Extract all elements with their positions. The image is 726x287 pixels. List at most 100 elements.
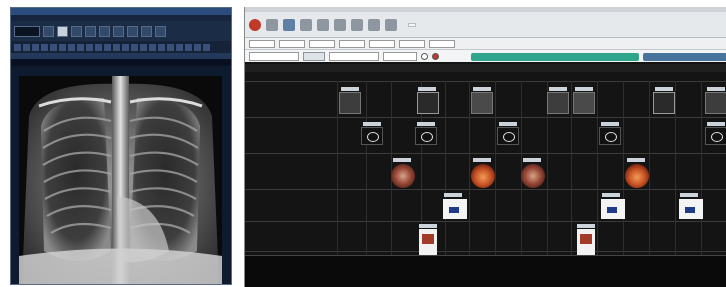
filter-field[interactable] xyxy=(339,39,365,48)
pan-icon[interactable] xyxy=(99,25,110,37)
tool-icon[interactable] xyxy=(185,43,192,51)
xray-thumbnail[interactable] xyxy=(705,92,726,114)
radio-option-selected[interactable] xyxy=(432,52,439,60)
tool-icon[interactable] xyxy=(194,43,201,51)
filter-field[interactable] xyxy=(279,39,305,48)
xray-thumbnail[interactable] xyxy=(547,92,569,114)
pathology-report-thumbnail[interactable] xyxy=(419,229,437,255)
tool-icon[interactable] xyxy=(59,43,66,51)
thumb-label xyxy=(680,193,698,197)
xray-thumbnail[interactable] xyxy=(339,92,361,114)
filter-icon[interactable] xyxy=(300,18,312,31)
timeline-column-header xyxy=(245,64,726,72)
tool-icon[interactable] xyxy=(50,43,57,51)
tool-icon[interactable] xyxy=(86,43,93,51)
report-icon[interactable] xyxy=(385,18,397,31)
record-icon[interactable] xyxy=(249,18,261,31)
document-thumbnail[interactable] xyxy=(443,199,467,219)
zoom-icon[interactable] xyxy=(85,25,96,37)
tool-icon[interactable] xyxy=(158,43,165,51)
rotate-icon[interactable] xyxy=(127,25,138,37)
ct-thumbnail[interactable] xyxy=(497,127,519,145)
ct-thumbnail[interactable] xyxy=(705,127,726,145)
thumb-label xyxy=(577,224,595,228)
compare-icon[interactable] xyxy=(334,18,346,31)
row-divider xyxy=(245,153,726,154)
date-to-field[interactable] xyxy=(383,51,417,61)
chest-xray-image[interactable] xyxy=(19,76,222,284)
ct-thumbnail[interactable] xyxy=(599,127,621,145)
endoscopy-thumbnail[interactable] xyxy=(471,164,495,188)
tool-icon[interactable] xyxy=(104,43,111,51)
column-divider xyxy=(649,81,650,263)
hand-xray-thumbnail[interactable] xyxy=(653,92,675,114)
column-divider xyxy=(701,81,702,263)
column-divider xyxy=(445,81,446,263)
measure-icon[interactable] xyxy=(113,25,124,37)
row-divider xyxy=(245,189,726,190)
document-preview xyxy=(607,207,617,213)
tool-icon[interactable] xyxy=(140,43,147,51)
tool-icon[interactable] xyxy=(68,43,75,51)
chest-xray-thumbnail[interactable] xyxy=(573,92,595,114)
tool-icon[interactable] xyxy=(32,43,39,51)
filter-field[interactable] xyxy=(429,39,455,48)
tool-icon[interactable] xyxy=(95,43,102,51)
hand-xray-thumbnail[interactable] xyxy=(417,92,439,114)
window-level-icon[interactable] xyxy=(71,25,82,37)
tool-icon[interactable] xyxy=(41,43,48,51)
endoscopy-thumbnail[interactable] xyxy=(391,164,415,188)
search-button[interactable] xyxy=(303,51,325,61)
tool-icon[interactable] xyxy=(77,43,84,51)
ct-thumbnail[interactable] xyxy=(361,127,383,145)
tool-icon[interactable] xyxy=(176,43,183,51)
viewer-toolbar xyxy=(11,21,231,41)
thumb-label xyxy=(707,87,725,91)
secondary-range-bar[interactable] xyxy=(643,53,726,61)
series-tab[interactable] xyxy=(11,59,231,66)
print-icon[interactable] xyxy=(57,25,68,37)
filter-field[interactable] xyxy=(309,39,335,48)
thumb-label xyxy=(575,87,593,91)
chest-xray-thumbnail[interactable] xyxy=(471,92,493,114)
row-divider xyxy=(245,221,726,222)
layout-icon[interactable] xyxy=(43,25,54,37)
endoscopy-thumbnail[interactable] xyxy=(521,164,545,188)
tool-icon[interactable] xyxy=(113,43,120,51)
image-viewer-window xyxy=(10,7,232,285)
document-thumbnail[interactable] xyxy=(601,199,625,219)
pathology-report-thumbnail[interactable] xyxy=(577,229,595,255)
report-image xyxy=(422,234,434,244)
document-icon[interactable] xyxy=(368,18,380,31)
tool-icon[interactable] xyxy=(14,43,21,51)
filter-field[interactable] xyxy=(249,39,275,48)
tool-icon[interactable] xyxy=(23,43,30,51)
tool-icon[interactable] xyxy=(122,43,129,51)
thumb-label xyxy=(499,122,517,126)
refresh-icon[interactable] xyxy=(266,18,278,31)
tool-icon[interactable] xyxy=(149,43,156,51)
invert-icon[interactable] xyxy=(155,25,166,37)
column-divider xyxy=(337,81,338,263)
radio-option[interactable] xyxy=(421,52,428,60)
endoscopy-thumbnail[interactable] xyxy=(625,164,649,188)
ct-thumbnail[interactable] xyxy=(415,127,437,145)
search-input[interactable] xyxy=(249,51,299,61)
tool-icon[interactable] xyxy=(167,43,174,51)
thumb-label xyxy=(418,87,436,91)
timeline-footer xyxy=(245,255,726,287)
report-image xyxy=(580,234,592,244)
tool-icon[interactable] xyxy=(131,43,138,51)
date-from-field[interactable] xyxy=(329,51,379,61)
range-bar[interactable] xyxy=(471,53,639,61)
export-icon[interactable] xyxy=(351,18,363,31)
settings-icon[interactable] xyxy=(283,18,295,31)
thumb-label xyxy=(602,193,620,197)
document-thumbnail[interactable] xyxy=(679,199,703,219)
tool-icon[interactable] xyxy=(203,43,210,51)
filter-field[interactable] xyxy=(369,39,395,48)
flip-icon[interactable] xyxy=(141,25,152,37)
filter-field[interactable] xyxy=(399,39,425,48)
column-divider xyxy=(495,81,496,263)
view-icon[interactable] xyxy=(317,18,329,31)
